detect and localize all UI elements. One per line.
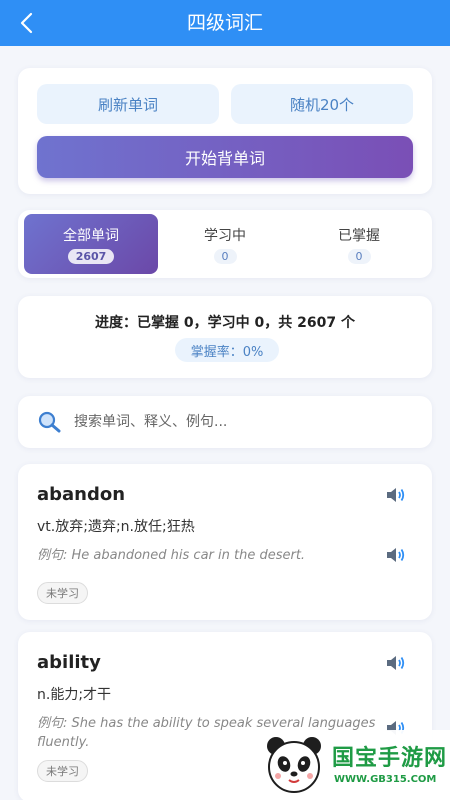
- action-panel: 刷新单词 随机20个 开始背单词: [18, 68, 432, 194]
- status-badge: 未学习: [37, 760, 88, 782]
- speaker-icon[interactable]: [384, 483, 408, 507]
- word-example: 例句: He abandoned his car in the desert.: [37, 548, 306, 563]
- refresh-words-button[interactable]: 刷新单词: [37, 84, 219, 124]
- status-badge: 未学习: [37, 582, 88, 604]
- tab-count-badge: 2607: [67, 248, 115, 264]
- speaker-icon[interactable]: [384, 651, 408, 675]
- progress-summary: 进度：已掌握 0，学习中 0，共 2607 个: [95, 315, 355, 331]
- word-card[interactable]: abandon vt.放弃;遗弃;n.放任;狂热 例句: He abandone…: [18, 464, 432, 620]
- site-watermark: 国宝手游网 WWW.GB315.COM: [248, 730, 450, 800]
- page-title: 四级词汇: [186, 12, 263, 34]
- panda-logo: [267, 737, 321, 793]
- watermark-url: WWW.GB315.COM: [334, 774, 437, 785]
- tab-label: 已掌握: [338, 227, 380, 244]
- watermark-title: 国宝手游网: [332, 746, 448, 771]
- word-title: ability: [37, 652, 101, 673]
- app-header: 四级词汇: [0, 0, 450, 46]
- tab-count-badge: 0: [347, 248, 371, 264]
- word-meaning: vt.放弃;遗弃;n.放任;狂热: [37, 519, 195, 535]
- word-title: abandon: [37, 484, 126, 505]
- tab-learning[interactable]: 学习中 0: [158, 214, 292, 274]
- random-20-button[interactable]: 随机20个: [231, 84, 413, 124]
- word-meaning: n.能力;才干: [37, 687, 112, 703]
- search-icon: [38, 411, 61, 433]
- tab-mastered[interactable]: 已掌握 0: [292, 214, 426, 274]
- mastery-rate-badge: 掌握率：0%: [175, 338, 279, 362]
- tab-label: 学习中: [204, 227, 246, 244]
- tab-label: 全部单词: [63, 227, 119, 244]
- search-input[interactable]: [74, 404, 414, 440]
- tab-count-badge: 0: [213, 248, 237, 264]
- tab-all-words[interactable]: 全部单词 2607: [24, 214, 158, 274]
- start-study-button[interactable]: 开始背单词: [37, 136, 413, 178]
- progress-panel: 进度：已掌握 0，学习中 0，共 2607 个 掌握率：0%: [18, 296, 432, 378]
- speaker-icon[interactable]: [384, 543, 408, 567]
- search-bar: [18, 396, 432, 448]
- filter-tabs: 全部单词 2607 学习中 0 已掌握 0: [18, 210, 432, 278]
